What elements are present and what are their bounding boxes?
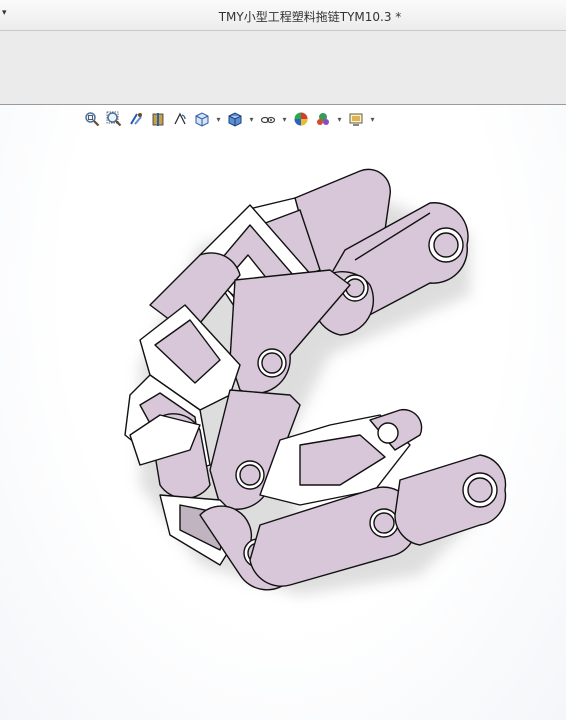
command-manager-ribbon xyxy=(0,31,566,105)
title-bar: ▾ TMY小型工程塑料拖链TYM10.3 * xyxy=(0,0,566,31)
drag-chain-model[interactable] xyxy=(0,105,566,720)
window-title: TMY小型工程塑料拖链TYM10.3 * xyxy=(218,10,402,24)
